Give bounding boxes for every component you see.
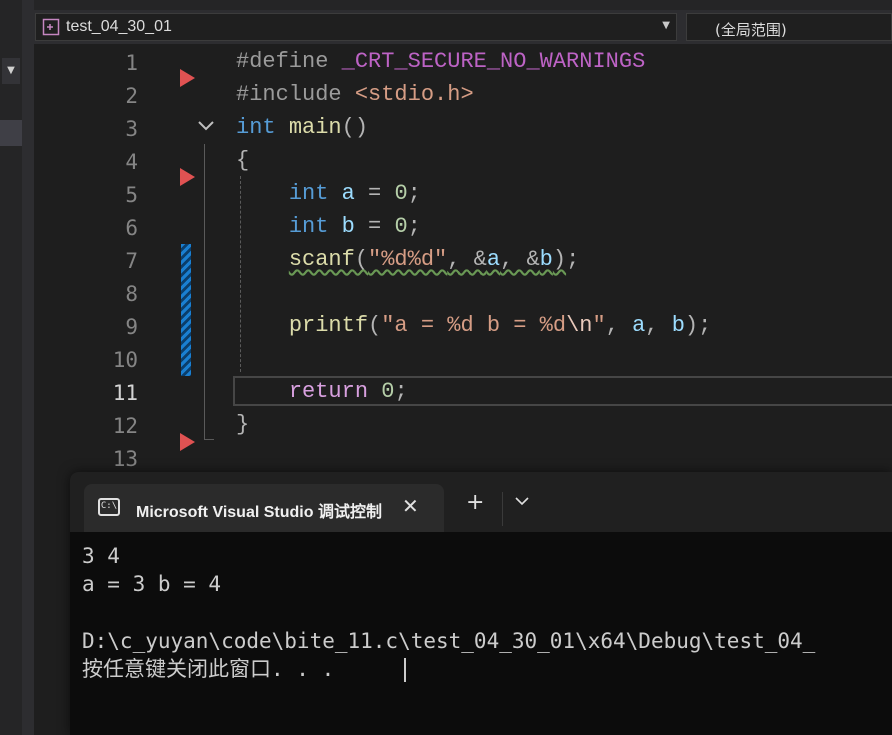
new-tab-button[interactable]: +	[466, 492, 484, 514]
close-icon[interactable]: ✕	[402, 494, 419, 518]
code-line: #include <stdio.h>	[236, 82, 474, 107]
console-title-bar: C:\ Microsoft Visual Studio 调试控制台 ✕ +	[70, 472, 892, 532]
line-number: 3	[125, 117, 138, 141]
code-line: int b = 0;	[288, 214, 421, 239]
project-dropdown-label: test_04_30_01	[66, 18, 172, 35]
left-tool-panel: ▼	[0, 0, 22, 735]
line-number: 10	[112, 348, 138, 372]
line-number: 8	[125, 282, 138, 306]
code-line: return 0;	[288, 379, 408, 404]
breakpoint-arrow-icon[interactable]	[180, 433, 195, 451]
line-number: 4	[125, 150, 138, 174]
console-output-line: a = 3 b = 4	[82, 572, 222, 596]
console-tab[interactable]: C:\ Microsoft Visual Studio 调试控制台 ✕	[84, 484, 444, 532]
project-dropdown[interactable]: test_04_30_01 ▼	[35, 13, 677, 41]
line-number-current: 11	[112, 381, 138, 405]
line-number: 1	[125, 51, 138, 75]
outline-guide-end	[204, 439, 214, 440]
line-number: 2	[125, 84, 138, 108]
scope-dropdown[interactable]: (全局范围)	[686, 13, 892, 41]
panel-dropdown-arrow-icon[interactable]: ▼	[2, 58, 20, 84]
outline-guide	[204, 144, 205, 440]
code-line: }	[236, 412, 250, 437]
code-line: #define _CRT_SECURE_NO_WARNINGS	[236, 49, 646, 74]
breakpoint-arrow-icon[interactable]	[180, 168, 195, 186]
console-output-line: 按任意键关闭此窗口. . .	[82, 657, 335, 681]
chevron-down-icon[interactable]: ▼	[662, 20, 670, 31]
line-number: 7	[125, 249, 138, 273]
line-number: 6	[125, 216, 138, 240]
code-line: {	[236, 148, 250, 173]
debug-console-window[interactable]: C:\ Microsoft Visual Studio 调试控制台 ✕ + 3 …	[70, 472, 892, 735]
line-number: 5	[125, 183, 138, 207]
console-tab-title: Microsoft Visual Studio 调试控制台	[136, 504, 382, 521]
chevron-down-icon[interactable]	[514, 494, 530, 508]
line-number: 9	[125, 315, 138, 339]
terminal-icon: C:\	[98, 498, 120, 516]
unsaved-changes-bar	[181, 244, 191, 376]
console-output-line: D:\c_yuyan\code\bite_11.c\test_04_30_01\…	[82, 629, 816, 653]
scope-dropdown-label: (全局范围)	[715, 21, 787, 39]
panel-splitter[interactable]	[22, 0, 34, 735]
text-cursor	[404, 658, 406, 682]
breakpoint-arrow-icon[interactable]	[180, 69, 195, 87]
project-icon	[42, 18, 60, 36]
code-line: scanf("%d%d", &a, &b);	[288, 247, 580, 272]
console-output-line: 3 4	[82, 544, 120, 568]
line-number: 12	[112, 414, 138, 438]
code-line: int a = 0;	[288, 181, 421, 206]
panel-selected-item[interactable]	[0, 120, 22, 146]
code-line: int main()	[236, 115, 369, 140]
collapse-chevron-icon[interactable]	[195, 116, 219, 136]
titlebar-divider	[502, 492, 503, 526]
tab-strip	[34, 0, 892, 10]
code-line: printf("a = %d b = %d\n", a, b);	[288, 313, 712, 338]
